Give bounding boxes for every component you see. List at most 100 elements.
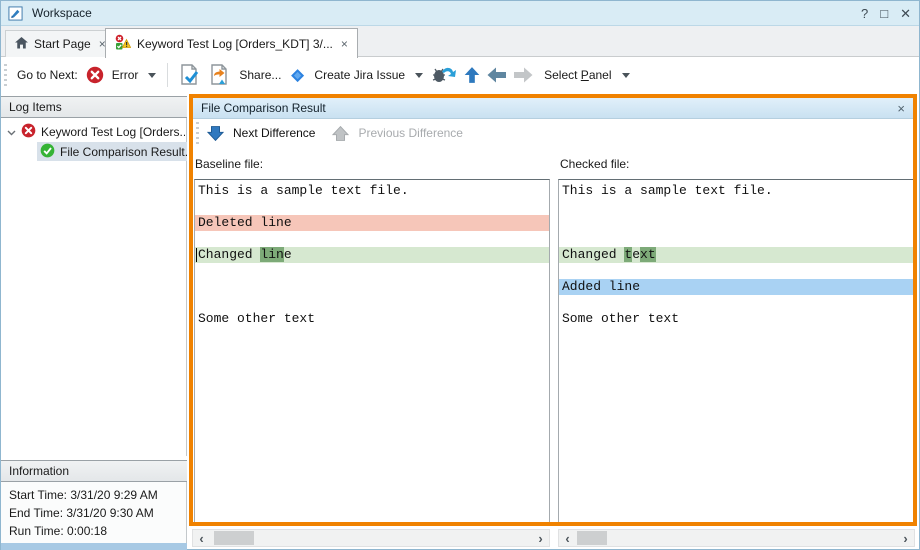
create-jira-issue-button[interactable]: Create Jira Issue: [314, 68, 405, 82]
forward-icon: [513, 67, 533, 83]
scrollbar-thumb[interactable]: [214, 531, 254, 545]
tab-start-page[interactable]: Start Page ×: [5, 30, 116, 57]
information-title: Information: [9, 464, 69, 478]
text-fragment: e: [632, 247, 640, 262]
log-items-tree: Keyword Test Log [Orders... File Compari…: [1, 118, 187, 456]
panel-title: File Comparison Result: [201, 101, 326, 115]
tab-label: Keyword Test Log [Orders_KDT] 3/...: [137, 37, 333, 51]
home-icon: [15, 37, 28, 52]
tree-item-label: Keyword Test Log [Orders...: [41, 125, 185, 139]
start-time-text: Start Time: 3/31/20 9:29 AM: [9, 488, 158, 502]
main-toolbar: Go to Next: Error Share... Create Jira I…: [1, 57, 919, 93]
file-comparison-panel-header: File Comparison Result ×: [193, 98, 913, 119]
information-body: Start Time: 3/31/20 9:29 AM End Time: 3/…: [1, 482, 187, 543]
code-line: [195, 295, 549, 311]
toolbar-grip[interactable]: [196, 122, 199, 144]
toolbar-separator: [167, 63, 168, 87]
test-log-icon: [115, 34, 131, 53]
text-fragment: Some other text: [198, 311, 315, 326]
chevron-expanded-icon[interactable]: [7, 125, 16, 139]
log-items-title: Log Items: [9, 100, 62, 114]
details-icon[interactable]: [177, 63, 201, 87]
code-line: Added line: [559, 279, 913, 295]
code-line: [195, 231, 549, 247]
tab-close-icon[interactable]: ×: [341, 37, 348, 51]
help-button[interactable]: ?: [861, 6, 868, 21]
error-icon: [86, 66, 104, 84]
code-line: [559, 199, 913, 215]
tree-item-label: File Comparison Result...: [60, 145, 187, 159]
code-line: Some other text: [195, 311, 549, 327]
code-line: [559, 215, 913, 231]
code-line: [559, 295, 913, 311]
scrollbar-thumb[interactable]: [577, 531, 607, 545]
select-panel-button[interactable]: Select Panel: [544, 68, 611, 82]
end-time-text: End Time: 3/31/20 9:30 AM: [9, 506, 154, 520]
up-arrow-icon[interactable]: [463, 66, 481, 84]
code-line: [559, 263, 913, 279]
changed-text-fragment: xt: [640, 247, 656, 262]
run-time-text: Run Time: 0:00:18: [9, 524, 107, 538]
text-fragment: Added line: [562, 279, 640, 294]
code-line: Changed line: [195, 247, 549, 263]
file-comparison-toolbar: Next Difference Previous Difference: [193, 119, 913, 147]
share-icon[interactable]: [207, 63, 231, 87]
scroll-right-icon[interactable]: ›: [897, 530, 914, 546]
tab-strip: Start Page × Keyword Test Log [Orders_KD…: [1, 26, 919, 57]
share-button[interactable]: Share...: [239, 68, 281, 82]
text-fragment: This is a sample text file.: [562, 183, 773, 198]
previous-difference-button: Previous Difference: [358, 126, 463, 140]
code-line: [195, 263, 549, 279]
title-bar: Workspace ? □ ✕: [1, 1, 919, 26]
window-controls: ? □ ✕: [861, 1, 911, 26]
post-defect-icon[interactable]: [431, 64, 457, 86]
checked-file-label: Checked file:: [560, 157, 629, 171]
previous-difference-icon: [332, 126, 349, 141]
code-line: [559, 231, 913, 247]
tab-label: Start Page: [34, 37, 91, 51]
information-header: Information: [1, 460, 187, 482]
checked-horizontal-scrollbar[interactable]: ‹ ›: [558, 529, 915, 547]
scroll-left-icon[interactable]: ‹: [193, 530, 210, 546]
changed-text-fragment: lin: [260, 247, 283, 262]
code-line: This is a sample text file.: [195, 183, 549, 199]
scroll-left-icon[interactable]: ‹: [559, 530, 576, 546]
text-fragment: Deleted line: [198, 215, 292, 230]
code-line: Changed text: [559, 247, 913, 263]
scroll-right-icon[interactable]: ›: [532, 530, 549, 546]
next-difference-icon: [207, 126, 224, 141]
close-button[interactable]: ✕: [900, 6, 911, 22]
maximize-button[interactable]: □: [880, 6, 888, 21]
application-window: Workspace ? □ ✕ Start Page ×: [0, 0, 920, 550]
workspace-icon: [8, 6, 23, 21]
error-icon: [21, 123, 36, 141]
code-line: This is a sample text file.: [559, 183, 913, 199]
text-fragment: Changed: [562, 247, 624, 262]
tree-item-file-comparison-result[interactable]: File Comparison Result...: [37, 142, 187, 161]
toolbar-grip[interactable]: [4, 64, 7, 86]
panel-close-icon[interactable]: ×: [897, 101, 905, 116]
chevron-down-icon[interactable]: [622, 73, 630, 78]
text-fragment: Changed: [198, 247, 260, 262]
text-fragment: Some other text: [562, 311, 679, 326]
checked-file-pane[interactable]: This is a sample text file. Changed text A…: [558, 179, 914, 523]
chevron-down-icon[interactable]: [415, 73, 423, 78]
baseline-horizontal-scrollbar[interactable]: ‹ ›: [192, 529, 550, 547]
next-difference-button[interactable]: Next Difference: [233, 126, 315, 140]
code-line: [195, 199, 549, 215]
success-icon: [40, 143, 55, 161]
tab-keyword-test-log[interactable]: Keyword Test Log [Orders_KDT] 3/... ×: [105, 28, 358, 58]
text-caret: [196, 248, 197, 262]
code-line: Deleted line: [195, 215, 549, 231]
text-fragment: This is a sample text file.: [198, 183, 409, 198]
back-icon[interactable]: [487, 67, 507, 83]
go-to-next-label: Go to Next:: [17, 68, 78, 82]
tree-item-keyword-test-log[interactable]: Keyword Test Log [Orders...: [7, 123, 185, 141]
code-line: Some other text: [559, 311, 913, 327]
baseline-file-pane[interactable]: This is a sample text file. Deleted line C…: [194, 179, 550, 523]
error-filter-button[interactable]: Error: [112, 68, 139, 82]
text-fragment: e: [284, 247, 292, 262]
baseline-file-label: Baseline file:: [195, 157, 263, 171]
chevron-down-icon[interactable]: [148, 73, 156, 78]
sidebar-bottom-strip: [1, 543, 187, 550]
